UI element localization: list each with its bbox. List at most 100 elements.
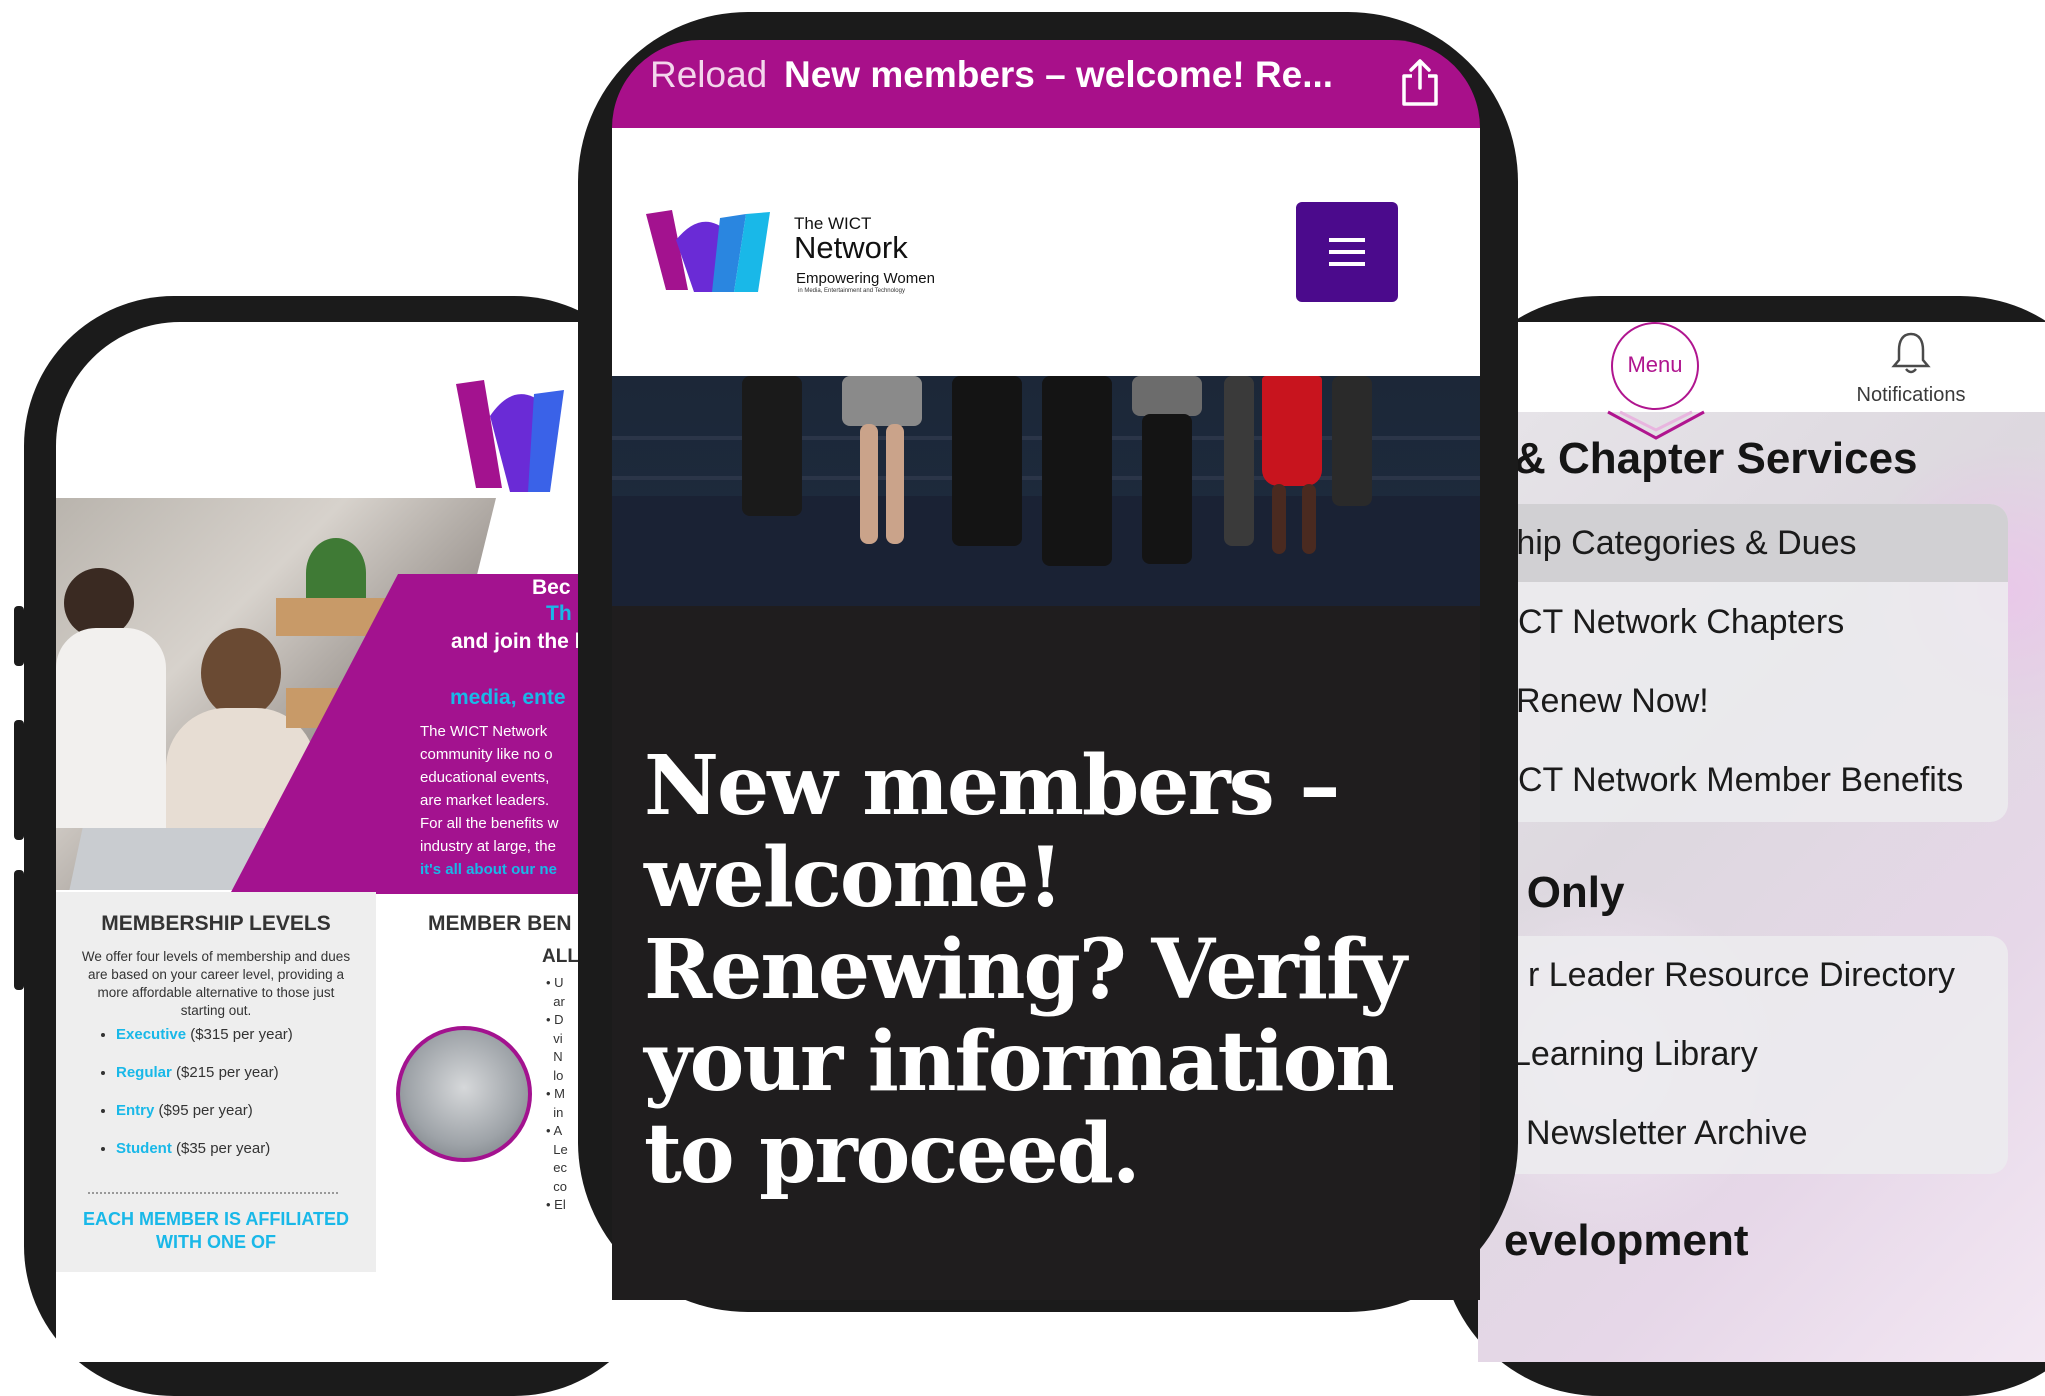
member-benefits-panel: MEMBER BEN ALL • U ar • D vi N lo • M in… <box>376 892 578 1272</box>
level-name: Student <box>116 1140 172 1157</box>
browser-top-bar: Reload New members – welcome! Re... <box>612 40 1480 128</box>
benefit-bullet: ar <box>546 993 568 1012</box>
benefit-bullet: in <box>546 1104 568 1123</box>
benefit-bullet-text: A <box>553 1123 563 1138</box>
benefit-bullet: ec <box>546 1159 568 1178</box>
logo-big-text: Network <box>794 230 908 265</box>
flyer-banner-text: Bec Th and join the l media, ente The WI… <box>300 560 578 900</box>
level-item: Executive ($315 per year) <box>116 1022 293 1060</box>
logo-subtagline: in Media, Entertainment and Technology <box>798 288 905 294</box>
menu-item[interactable]: Learning Library <box>1478 1015 2008 1093</box>
person-red-dress <box>1262 376 1322 486</box>
benefit-bullet: • D <box>546 1012 564 1027</box>
member-benefits-title: MEMBER BEN <box>428 912 572 935</box>
benefit-bullet-text: El <box>554 1197 566 1212</box>
benefit-bullet-text: U <box>554 975 564 990</box>
benefit-bullet: vi <box>546 1030 568 1049</box>
menu-item[interactable]: Newsletter Archive <box>1478 1094 2008 1172</box>
benefit-bullet: • M <box>546 1086 566 1101</box>
person-polka-top <box>56 628 166 828</box>
flyer-logo-icon <box>456 380 564 492</box>
notifications-label[interactable]: Notifications <box>1846 384 1976 407</box>
benefit-bullet: • A <box>546 1123 563 1138</box>
member-benefits-sub: ALL <box>542 946 578 967</box>
flyer-body-line: industry at large, the <box>420 838 556 855</box>
level-name: Regular <box>116 1064 172 1081</box>
benefit-bullet-text: vi <box>553 1030 563 1046</box>
flyer-headline-1: Bec <box>532 576 571 599</box>
flyer-body: The WICT Network community like no o edu… <box>420 720 558 881</box>
benefit-bullet-text: co <box>553 1178 567 1194</box>
flyer-body-line: it's all about our ne <box>420 861 557 878</box>
menu-item[interactable]: r Leader Resource Directory <box>1478 936 2008 1014</box>
level-price: ($215 per year) <box>176 1064 279 1081</box>
benefit-bullet-text: lo <box>553 1067 564 1083</box>
share-icon[interactable] <box>1398 58 1442 108</box>
level-price: ($95 per year) <box>158 1102 253 1119</box>
person-legs <box>1332 376 1372 506</box>
level-item: Entry ($95 per year) <box>116 1098 293 1136</box>
menu-button[interactable]: Menu <box>1611 322 1699 410</box>
level-price: ($315 per year) <box>190 1026 293 1043</box>
flyer-body-line: community like no o <box>420 746 553 763</box>
person-leg <box>1272 484 1286 554</box>
flyer-cyan-line: media, ente <box>450 686 566 709</box>
hamburger-menu-button[interactable] <box>1296 202 1398 302</box>
page-title: New members – welcome! Re... <box>784 54 1334 95</box>
menu-item[interactable]: CT Network Member Benefits <box>1478 741 2008 819</box>
person-skirt <box>1132 376 1202 416</box>
person-leg <box>1302 484 1316 554</box>
benefit-bullet: • U <box>546 975 564 990</box>
menu-item[interactable]: CT Network Chapters <box>1478 583 2008 661</box>
menu-item-label: r Leader Resource Directory <box>1528 956 1956 994</box>
flyer-body-line: For all the benefits w <box>420 815 559 832</box>
site-header: The WICT Network Empowering Women in Med… <box>612 128 1480 376</box>
benefit-bullet-text: N <box>553 1049 563 1064</box>
menu-card: r Leader Resource Directory Learning Lib… <box>1478 936 2008 1174</box>
menu-card: rship Categories & Dues CT Network Chapt… <box>1478 504 2008 822</box>
benefits-photo-circle <box>396 1026 532 1162</box>
affiliated-text: EACH MEMBER IS AFFILIATED WITH ONE OF <box>83 1209 349 1252</box>
level-name: Executive <box>116 1026 187 1043</box>
benefit-bullet: N <box>546 1048 568 1067</box>
level-item: Student ($35 per year) <box>116 1136 293 1174</box>
flyer-headline-2: Th <box>546 602 572 625</box>
benefit-bullet: Le <box>546 1141 568 1160</box>
menu-item-label: CT Network Chapters <box>1518 603 1845 641</box>
benefit-bullet-text: D <box>554 1012 564 1027</box>
menu-item-label: rship Categories & Dues <box>1488 524 1857 562</box>
menu-item-label: Learning Library <box>1512 1035 1758 1073</box>
flyer-body-line: are market leaders. <box>420 792 550 809</box>
person-leg <box>860 424 878 544</box>
logo-tagline: Empowering Women <box>796 270 935 287</box>
hamburger-icon <box>1329 238 1365 266</box>
benefit-bullet-text: in <box>553 1104 564 1120</box>
menu-item[interactable]: rship Categories & Dues <box>1478 504 2008 582</box>
section-title: evelopment <box>1504 1216 1749 1265</box>
hero-photo <box>612 376 1480 606</box>
benefit-bullet: lo <box>546 1067 568 1086</box>
person-legs <box>952 376 1022 546</box>
hero-heading: New members – welcome! Renewing? Verify … <box>644 738 1407 1202</box>
person-skirt <box>842 376 922 426</box>
benefit-bullet-text: M <box>554 1086 566 1101</box>
menu-item[interactable]: Renew Now! <box>1478 662 2008 740</box>
wict-logo-icon[interactable] <box>646 208 772 294</box>
menu-button-label: Menu <box>1627 352 1683 377</box>
volume-down-button <box>14 870 24 990</box>
mute-switch <box>14 606 24 666</box>
flyer-body-line: educational events, <box>420 769 550 786</box>
person-legs <box>1042 376 1112 566</box>
person-legs <box>742 376 802 516</box>
membership-levels-title: MEMBERSHIP LEVELS <box>101 912 331 935</box>
bell-icon[interactable] <box>1891 330 1931 376</box>
reload-button[interactable]: Reload <box>650 54 767 96</box>
flyer-headline-3: and join the l <box>451 630 578 653</box>
benefit-bullet: co <box>546 1178 568 1197</box>
level-price: ($35 per year) <box>176 1140 271 1157</box>
benefit-bullet: • El <box>546 1197 566 1212</box>
person-leg <box>886 424 904 544</box>
benefit-bullet-text: Le <box>553 1141 568 1157</box>
menu-item-label: CT Network Member Benefits <box>1518 761 1964 799</box>
membership-levels-desc: We offer four levels of membership and d… <box>81 949 351 1018</box>
